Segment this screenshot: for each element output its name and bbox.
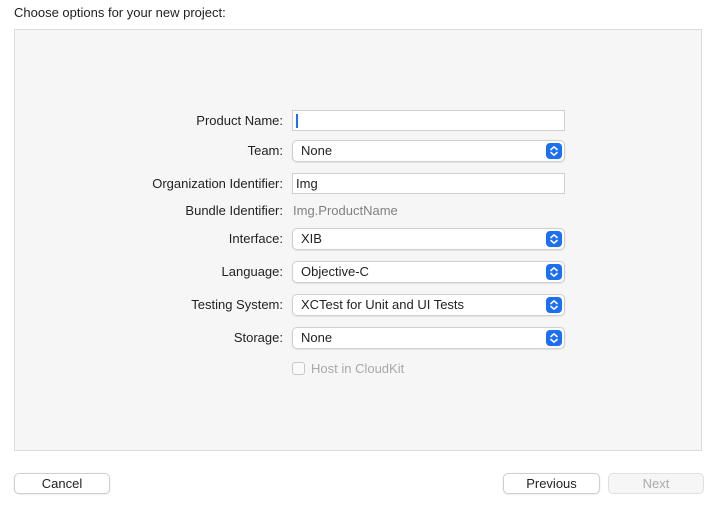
language-row: Language: Objective-C [15,260,703,284]
interface-value: XIB [301,231,322,246]
team-value: None [301,143,333,158]
testing-system-popup[interactable]: XCTest for Unit and UI Tests [292,294,565,316]
chevron-updown-icon [546,264,562,280]
chevron-updown-icon [546,330,562,346]
host-in-cloudkit-label: Host in CloudKit [311,361,405,376]
chevron-updown-icon [546,143,562,159]
storage-row: Storage: None [15,326,703,350]
organization-identifier-label: Organization Identifier: [152,176,283,191]
product-name-field[interactable] [292,110,565,131]
previous-button[interactable]: Previous [503,473,600,494]
host-in-cloudkit-checkbox[interactable]: Host in CloudKit [292,361,404,377]
team-popup[interactable]: None [292,140,565,162]
cancel-button[interactable]: Cancel [14,473,110,494]
testing-system-label: Testing System: [191,297,283,312]
interface-row: Interface: XIB [15,227,703,251]
language-value: Objective-C [301,264,369,279]
chevron-updown-icon [546,231,562,247]
language-popup[interactable]: Objective-C [292,261,565,283]
testing-system-row: Testing System: XCTest for Unit and UI T… [15,293,703,317]
team-row: Team: None [15,139,703,163]
interface-popup[interactable]: XIB [292,228,565,250]
bundle-identifier-label: Bundle Identifier: [185,203,283,218]
testing-system-value: XCTest for Unit and UI Tests [301,297,465,312]
organization-identifier-row: Organization Identifier: Img [15,172,703,196]
chevron-updown-icon [546,297,562,313]
language-label: Language: [221,264,283,279]
bundle-identifier-value: Img.ProductName [293,203,398,218]
interface-label: Interface: [228,231,283,246]
checkbox-box [292,362,305,376]
page-heading: Choose options for your new project: [14,5,226,20]
storage-value: None [301,330,333,345]
product-name-label: Product Name: [196,113,283,128]
text-cursor [296,113,298,128]
bundle-identifier-row: Bundle Identifier: Img.ProductName [15,199,703,223]
team-label: Team: [247,143,283,158]
storage-label: Storage: [233,330,283,345]
product-name-row: Product Name: [15,109,703,133]
options-panel: Product Name: Team: None Organization Id… [14,29,702,451]
organization-identifier-field[interactable]: Img [292,173,565,194]
storage-popup[interactable]: None [292,327,565,349]
next-button[interactable]: Next [608,473,704,494]
